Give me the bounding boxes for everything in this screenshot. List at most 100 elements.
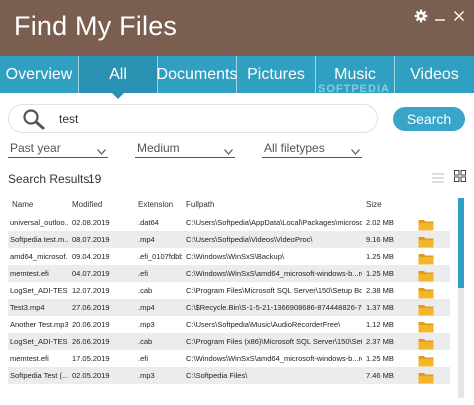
cell-modified: 02.08.2019 [72, 218, 110, 227]
tab-videos[interactable]: Videos [395, 56, 474, 93]
column-modified[interactable]: Modified [72, 200, 102, 209]
tab-label: All [109, 65, 127, 83]
date-filter-value: Past year [10, 141, 61, 155]
cell-modified: 27.06.2019 [72, 303, 110, 312]
close-icon[interactable] [449, 6, 468, 26]
tab-label: Overview [5, 65, 73, 83]
tab-pictures[interactable]: Pictures [237, 56, 316, 93]
watermark: SOFTPEDIA [318, 83, 390, 95]
chevron-down-icon [224, 144, 233, 158]
cell-size: 2.02 MB [366, 218, 394, 227]
search-box[interactable] [8, 104, 378, 133]
cell-fullpath: C:\Softpedia Files\ [186, 371, 248, 380]
category-tab-bar: Overview All Documents Pictures Music Vi… [0, 56, 474, 99]
cell-fullpath: C:\Users\Softpedia\Videos\VideoProc\ [186, 235, 313, 244]
cell-extension: .mp4 [138, 303, 155, 312]
cell-size: 1.25 MB [366, 252, 394, 261]
cell-size: 7.46 MB [366, 371, 394, 380]
tab-overview[interactable]: Overview [0, 56, 79, 93]
tab-label: Documents [156, 65, 238, 83]
cell-modified: 20.06.2019 [72, 320, 110, 329]
cell-size: 9.16 MB [366, 235, 394, 244]
cell-size: 2.38 MB [366, 286, 394, 295]
cell-name: LogSet_ADI-TES... [10, 286, 68, 295]
cell-modified: 09.04.2019 [72, 252, 110, 261]
tab-label: Videos [410, 65, 459, 83]
cell-name: amd64_microsof... [10, 252, 68, 261]
cell-extension: .cab [138, 337, 153, 346]
column-size[interactable]: Size [366, 200, 382, 209]
cell-fullpath: C:\Program Files (x86)\Microsoft SQL Ser… [186, 337, 362, 346]
size-filter-dropdown[interactable]: Medium [135, 140, 235, 158]
table-row[interactable]: Test3.mp4 27.06.2019 .mp4 C:\$Recycle.Bi… [8, 299, 450, 316]
settings-gear-icon[interactable] [411, 6, 430, 26]
cell-modified: 17.05.2019 [72, 354, 110, 363]
column-name[interactable]: Name [12, 200, 33, 209]
tab-all[interactable]: All [79, 56, 158, 99]
cell-fullpath: C:\Windows\WinSxS\amd64_microsoft-window… [186, 269, 362, 278]
search-button[interactable]: Search [393, 107, 465, 131]
app-title: Find My Files [14, 11, 178, 41]
table-row[interactable]: amd64_microsof... 09.04.2019 .efi_0107fd… [8, 248, 450, 265]
tab-documents[interactable]: Documents [156, 56, 238, 93]
list-view-icon[interactable] [432, 170, 444, 188]
cell-name: memtest.efi [10, 269, 49, 278]
cell-name: universal_outloo... [10, 218, 68, 227]
cell-extension: .cab [138, 286, 153, 295]
column-fullpath[interactable]: Fullpath [186, 200, 214, 209]
cell-name: Another Test.mp3 [10, 320, 68, 329]
cell-modified: 12.07.2019 [72, 286, 110, 295]
search-icon [22, 108, 46, 135]
cell-name: Softpedia test.m... [10, 235, 68, 244]
cell-extension: .efi_0107fdbb [138, 252, 182, 261]
cell-extension: .dat64 [138, 218, 159, 227]
open-folder-icon[interactable] [418, 371, 434, 386]
cell-extension: .mp3 [138, 371, 155, 380]
cell-fullpath: C:\Program Files\Microsoft SQL Server\15… [186, 286, 362, 295]
cell-modified: 02.05.2019 [72, 371, 110, 380]
table-row[interactable]: universal_outloo... 02.08.2019 .dat64 C:… [8, 214, 450, 231]
cell-size: 2.37 MB [366, 337, 394, 346]
tab-label: Music [334, 65, 376, 83]
cell-extension: .mp3 [138, 320, 155, 329]
grid-view-icon[interactable] [454, 169, 466, 187]
column-extension[interactable]: Extension [138, 200, 173, 209]
cell-size: 1.12 MB [366, 320, 394, 329]
table-row[interactable]: Another Test.mp3 20.06.2019 .mp3 C:\User… [8, 316, 450, 333]
results-scrollbar-thumb[interactable] [458, 198, 464, 288]
results-count: 19 [88, 172, 102, 186]
title-bar: Find My Files [0, 0, 474, 56]
table-row[interactable]: Softpedia Test (... 02.05.2019 .mp3 C:\S… [8, 367, 450, 384]
table-row[interactable]: memtest.efi 17.05.2019 .efi C:\Windows\W… [8, 350, 450, 367]
cell-fullpath: C:\Windows\WinSxS\Backup\ [186, 252, 284, 261]
cell-modified: 08.07.2019 [72, 235, 110, 244]
cell-fullpath: C:\Windows\WinSxS\amd64_microsoft-window… [186, 354, 362, 363]
filetype-filter-dropdown[interactable]: All filetypes [262, 140, 362, 158]
cell-modified: 04.07.2019 [72, 269, 110, 278]
tab-label: Pictures [247, 65, 305, 83]
cell-name: memtest.efi [10, 354, 49, 363]
cell-extension: .mp4 [138, 235, 155, 244]
table-row[interactable]: LogSet_ADI-TES... 12.07.2019 .cab C:\Pro… [8, 282, 450, 299]
cell-extension: .efi [138, 269, 149, 278]
table-row[interactable]: LogSet_ADI-TES... 26.06.2019 .cab C:\Pro… [8, 333, 450, 350]
cell-modified: 26.06.2019 [72, 337, 110, 346]
cell-name: Test3.mp4 [10, 303, 45, 312]
cell-size: 1.25 MB [366, 269, 394, 278]
cell-fullpath: C:\$Recycle.Bin\S-1-5-21-1366908686-8744… [186, 303, 362, 312]
cell-fullpath: C:\Users\Softpedia\AppData\Local\Package… [186, 218, 362, 227]
table-header: Name Modified Extension Fullpath Size [8, 198, 448, 212]
window-controls [411, 6, 468, 26]
filetype-filter-value: All filetypes [264, 141, 325, 155]
search-input[interactable] [59, 110, 359, 128]
minimize-icon[interactable] [430, 6, 449, 26]
cell-extension: .efi [138, 354, 149, 363]
table-row[interactable]: memtest.efi 04.07.2019 .efi C:\Windows\W… [8, 265, 450, 282]
date-filter-dropdown[interactable]: Past year [8, 140, 108, 158]
cell-name: LogSet_ADI-TES... [10, 337, 68, 346]
chevron-down-icon [351, 144, 360, 158]
cell-name: Softpedia Test (... [10, 371, 68, 380]
results-label: Search Results: [8, 172, 93, 186]
cell-size: 1.37 MB [366, 303, 394, 312]
table-row[interactable]: Softpedia test.m... 08.07.2019 .mp4 C:\U… [8, 231, 450, 248]
